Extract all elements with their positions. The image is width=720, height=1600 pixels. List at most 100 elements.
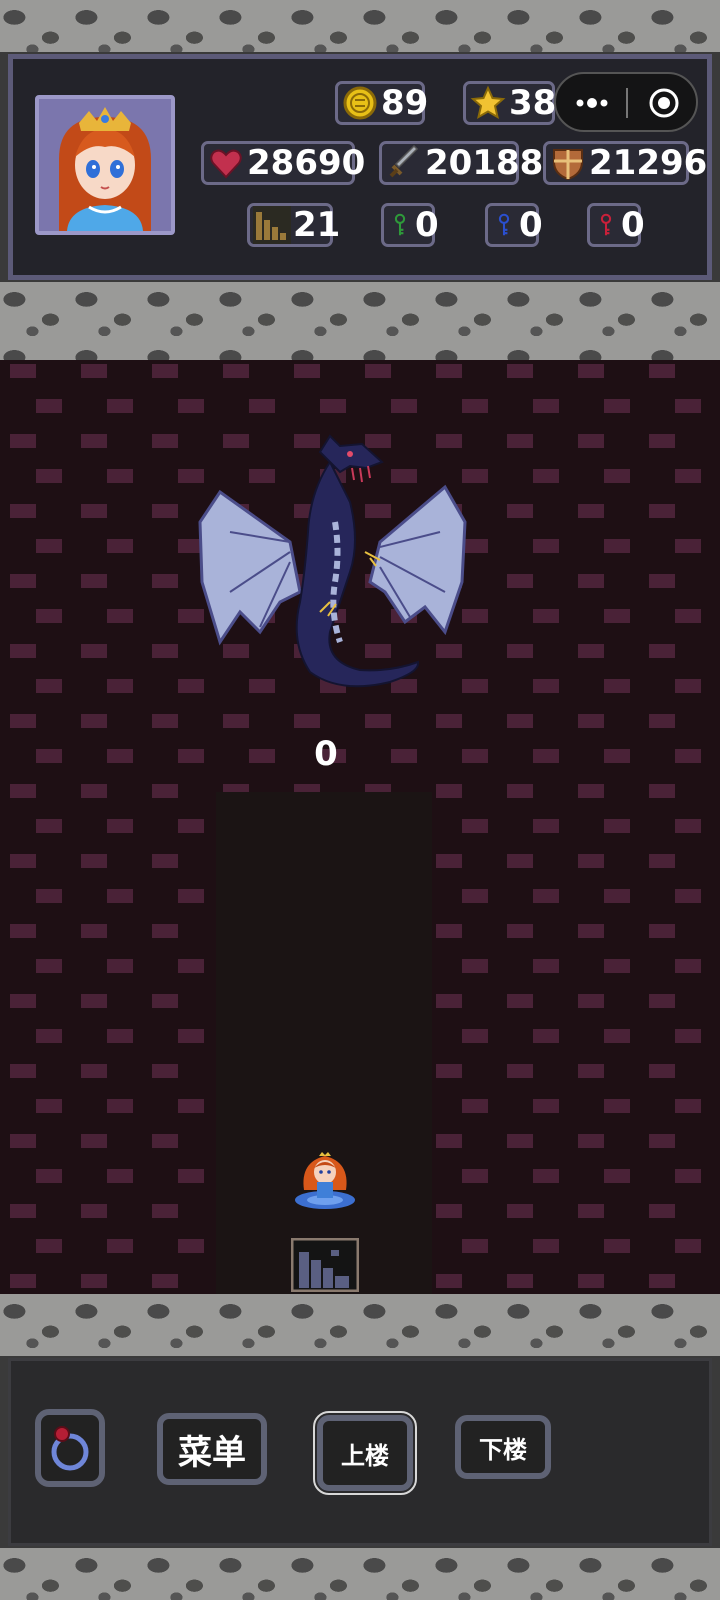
blue-key-value: 0 (519, 205, 543, 245)
wall-brick (675, 399, 701, 413)
more-button[interactable] (564, 82, 620, 124)
wall-brick (36, 819, 62, 833)
wall-brick (152, 364, 178, 378)
wall-brick (81, 1064, 107, 1078)
wall-brick (107, 889, 133, 903)
wall-brick (507, 1204, 533, 1218)
wall-brick (578, 574, 604, 588)
go-downstairs-button[interactable]: 下楼 (455, 1415, 551, 1479)
wall-brick (533, 609, 559, 623)
ring-item-button[interactable] (35, 1409, 105, 1487)
menu-button[interactable]: 菜单 (157, 1413, 267, 1485)
wall-brick (365, 714, 391, 728)
go-upstairs-button[interactable]: 上楼 (313, 1411, 417, 1495)
wall-brick (178, 1169, 204, 1183)
wall-brick (533, 679, 559, 693)
wall-brick (36, 539, 62, 553)
wall-brick (107, 819, 133, 833)
wall-brick (533, 959, 559, 973)
wall-brick (507, 1134, 533, 1148)
wall-brick (578, 1204, 604, 1218)
wall-brick (178, 1099, 204, 1113)
wall-brick (178, 959, 204, 973)
wall-brick (81, 854, 107, 868)
wall-brick (391, 749, 417, 763)
wall-brick (36, 889, 62, 903)
wall-brick (320, 399, 346, 413)
wall-brick (152, 1274, 178, 1288)
heart-icon (210, 149, 242, 179)
stairs-up-tile[interactable] (291, 1238, 359, 1292)
wall-brick (578, 854, 604, 868)
target-icon (649, 88, 679, 118)
wall-brick (533, 819, 559, 833)
wall-brick (578, 1274, 604, 1288)
hero-avatar (35, 95, 175, 235)
wall-brick (436, 924, 462, 938)
wall-brick (578, 364, 604, 378)
wall-brick (436, 1274, 462, 1288)
coin-icon (343, 86, 377, 120)
wall-brick (533, 889, 559, 903)
wall-brick (81, 434, 107, 448)
more-icon (576, 98, 608, 108)
gold-counter: 89 (335, 81, 428, 125)
floor-counter: 21 (247, 203, 340, 247)
wall-brick (36, 1099, 62, 1113)
wall-brick (36, 469, 62, 483)
red-key-value: 0 (621, 205, 645, 245)
wall-brick (604, 679, 630, 693)
wall-brick (533, 1169, 559, 1183)
wall-brick (507, 574, 533, 588)
wall-brick (107, 399, 133, 413)
green-key-icon (394, 213, 406, 236)
capsule-divider (626, 88, 628, 118)
wall-brick (675, 1239, 701, 1253)
wall-brick (675, 469, 701, 483)
wall-brick (10, 924, 36, 938)
wall-brick (533, 399, 559, 413)
star-counter: 38 (463, 81, 557, 125)
wall-brick (462, 819, 488, 833)
wall-brick (81, 994, 107, 1008)
wall-brick (107, 469, 133, 483)
defense-value: 21296 (589, 143, 708, 183)
wall-brick (675, 539, 701, 553)
stairs-icon (253, 206, 291, 244)
wall-brick (152, 434, 178, 448)
wall-brick (462, 959, 488, 973)
wall-brick (649, 924, 675, 938)
wall-brick (578, 644, 604, 658)
wall-brick (152, 504, 178, 518)
stone-border-middle (0, 282, 720, 360)
wall-brick (578, 924, 604, 938)
wall-brick (294, 714, 320, 728)
dragon-enemy[interactable] (190, 432, 480, 712)
hp-counter: 28690 (201, 141, 365, 185)
wall-brick (107, 539, 133, 553)
wall-brick (578, 1134, 604, 1148)
wall-brick (604, 889, 630, 903)
wall-brick (604, 1169, 630, 1183)
star-icon (470, 85, 506, 120)
princess-player (295, 1152, 355, 1209)
wall-brick (507, 434, 533, 448)
wall-brick (10, 364, 36, 378)
wall-brick (533, 1239, 559, 1253)
wall-brick (578, 1064, 604, 1078)
close-miniprogram-button[interactable] (636, 82, 692, 124)
wall-brick (578, 994, 604, 1008)
wall-brick (675, 959, 701, 973)
wall-brick (152, 1064, 178, 1078)
wall-brick (462, 1239, 488, 1253)
game-board[interactable]: 0 (0, 360, 720, 1294)
wall-brick (81, 364, 107, 378)
blue-key-counter: 0 (485, 203, 543, 247)
wall-brick (462, 889, 488, 903)
wall-brick (81, 714, 107, 728)
wall-brick (533, 1099, 559, 1113)
wall-brick (107, 609, 133, 623)
wall-brick (649, 784, 675, 798)
star-value: 38 (509, 83, 557, 123)
wall-brick (533, 1029, 559, 1043)
